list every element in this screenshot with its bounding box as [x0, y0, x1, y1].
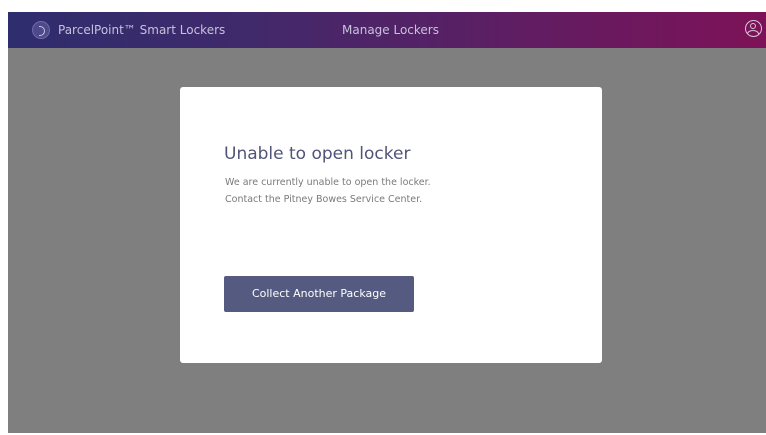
user-account-icon[interactable] [745, 20, 762, 37]
brand-name: ParcelPoint™ Smart Lockers [58, 23, 226, 37]
dialog-message-line-2: Contact the Pitney Bowes Service Center. [225, 194, 423, 205]
error-dialog: Unable to open locker We are currently u… [180, 87, 602, 363]
user-icon-head [750, 23, 756, 29]
page-title: Manage Lockers [342, 23, 439, 37]
parcelpoint-logo-icon [32, 21, 50, 39]
top-navigation-bar: ParcelPoint™ Smart Lockers Manage Locker… [8, 12, 766, 48]
dialog-title: Unable to open locker [224, 144, 411, 164]
user-icon-shoulders [747, 30, 759, 36]
app-screen: ParcelPoint™ Smart Lockers Manage Locker… [8, 12, 766, 433]
dialog-message-line-1: We are currently unable to open the lock… [225, 177, 431, 188]
collect-another-package-button[interactable]: Collect Another Package [224, 276, 414, 312]
